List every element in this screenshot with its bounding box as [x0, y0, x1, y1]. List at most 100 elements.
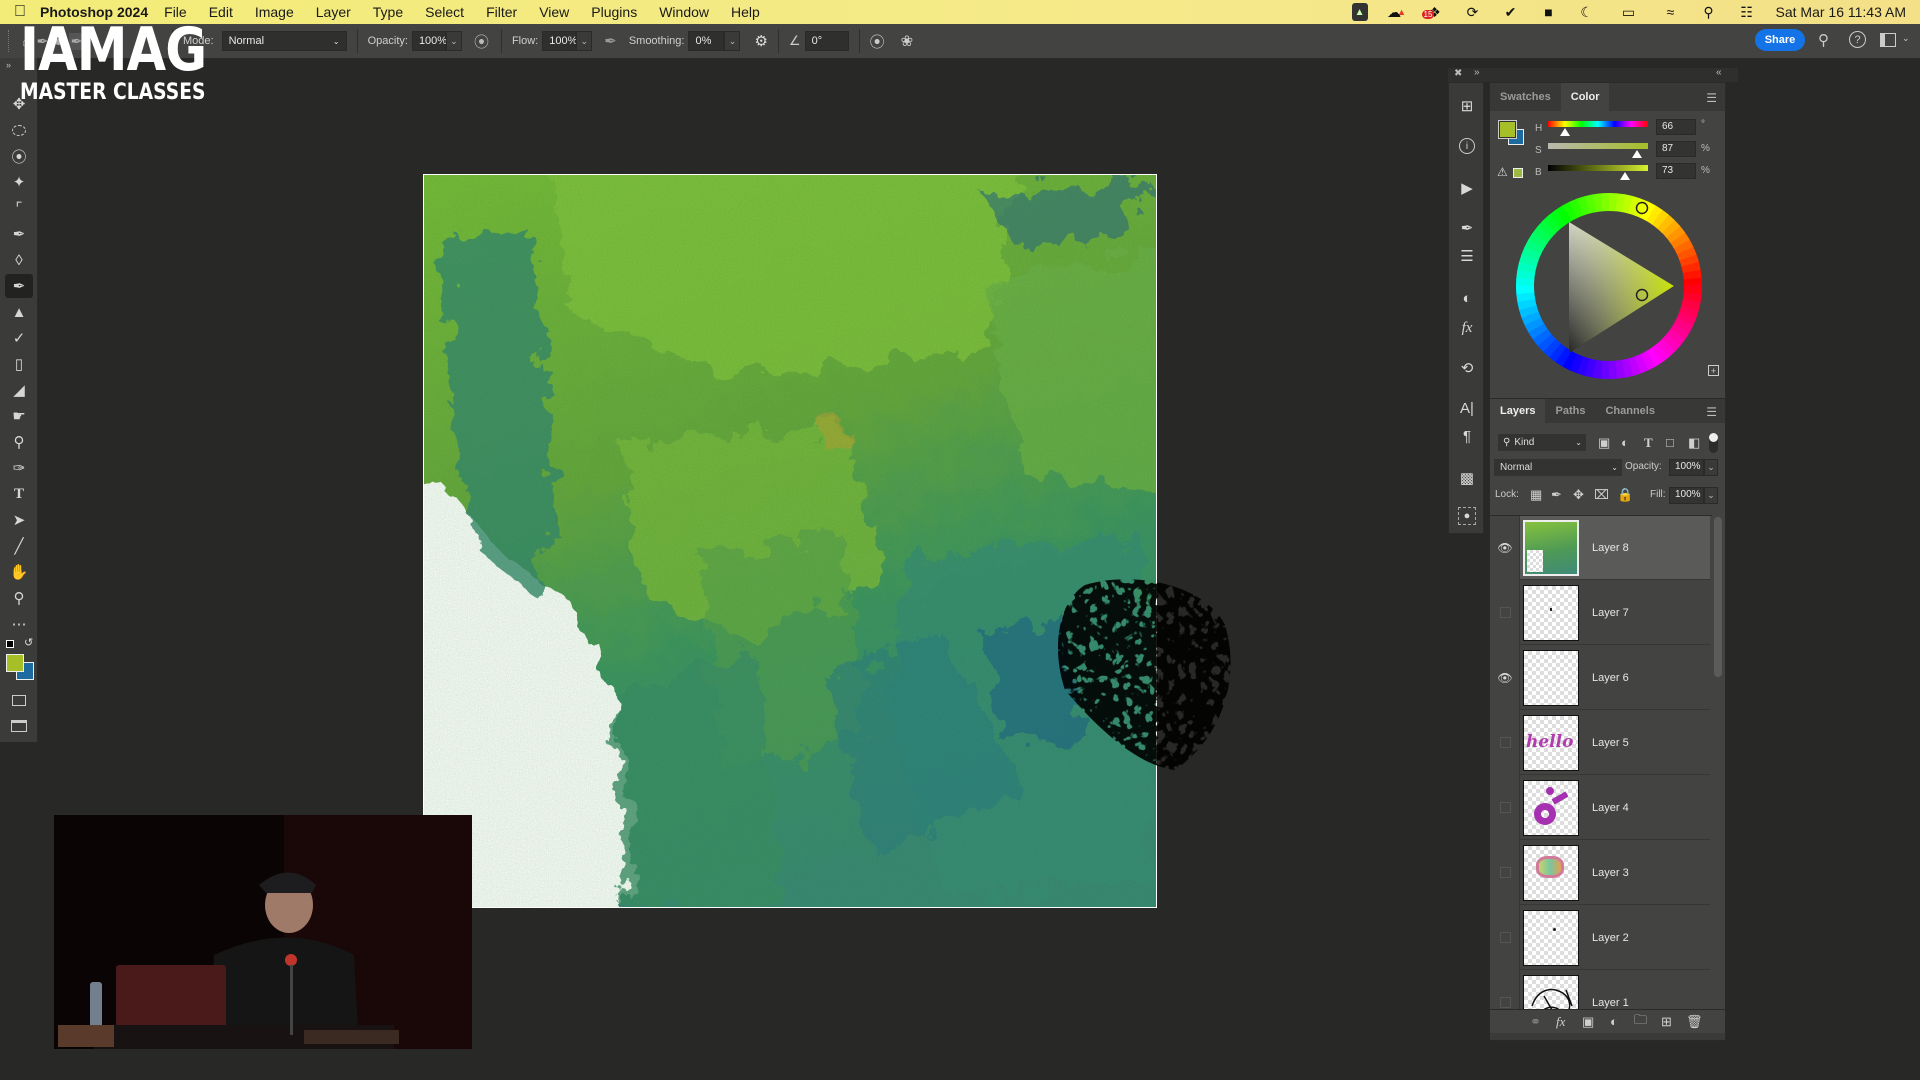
symmetry-butterfly-icon[interactable]: ❀ — [901, 32, 914, 50]
actions-panel-icon[interactable]: ▶ — [1453, 175, 1481, 201]
menu-image[interactable]: Image — [255, 4, 294, 20]
saturation-input[interactable]: 87 — [1656, 141, 1696, 157]
character-panel-icon[interactable]: A| — [1453, 395, 1481, 421]
filter-smart-objects-icon[interactable]: ◧ — [1688, 435, 1700, 451]
spot-healing-tool-icon[interactable]: ◊ — [5, 248, 33, 272]
toolbar-collapse-icon[interactable]: » — [6, 60, 11, 70]
layer-row-5[interactable]: hello Layer 5 — [1500, 711, 1710, 775]
notification-icon[interactable]: ■ — [1540, 4, 1558, 20]
menu-plugins[interactable]: Plugins — [591, 4, 637, 20]
dropbox-icon[interactable]: ❖ 15 — [1421, 4, 1444, 20]
tab-color[interactable]: Color — [1560, 83, 1610, 111]
document-canvas[interactable] — [423, 174, 1157, 908]
mode-select[interactable]: Normal ⌄ — [221, 31, 347, 51]
expand-panels-icon[interactable]: » — [1474, 67, 1480, 78]
spotlight-search-icon[interactable]: ⚲ — [1700, 4, 1718, 20]
history-panel-icon[interactable]: ⊞ — [1453, 93, 1481, 119]
visibility-toggle-empty[interactable] — [1500, 997, 1511, 1008]
lock-transparent-pixels-icon[interactable]: ▦ — [1530, 487, 1542, 503]
share-button[interactable]: Share — [1755, 29, 1805, 51]
control-center-icon[interactable]: ☷ — [1738, 4, 1756, 20]
layer-row-3[interactable]: Layer 3 — [1500, 841, 1710, 905]
checkmark-icon[interactable]: ✔ — [1502, 4, 1520, 20]
collapse-panels-icon[interactable]: « — [1716, 67, 1722, 78]
layer-opacity-input[interactable]: 100% — [1669, 459, 1704, 476]
layer-name[interactable]: Layer 1 — [1592, 997, 1629, 1009]
panel-resize-grip[interactable] — [1490, 1033, 1725, 1040]
wifi-icon[interactable]: ≈ — [1662, 4, 1680, 20]
search-icon[interactable]: ⚲ — [1818, 31, 1829, 49]
smoothing-input[interactable]: 0% — [688, 31, 725, 51]
layer-row-8[interactable]: 👁 Layer 8 — [1497, 516, 1710, 580]
hue-slider-thumb[interactable] — [1560, 128, 1570, 136]
layer-fill-input[interactable]: 100% — [1669, 487, 1704, 504]
layer-row-7[interactable]: Layer 7 — [1500, 581, 1710, 645]
layer-style-fx-icon[interactable]: fx — [1556, 1014, 1565, 1030]
battery-icon[interactable]: ▭ — [1616, 4, 1642, 20]
saturation-slider[interactable] — [1548, 143, 1648, 149]
layer-name[interactable]: Layer 8 — [1592, 542, 1629, 554]
type-tool-icon[interactable]: T — [5, 482, 33, 506]
more-tools-icon[interactable]: ⋯ — [5, 612, 33, 636]
styles-panel-icon[interactable]: fx — [1453, 315, 1481, 341]
zoom-tool-icon[interactable]: ⚲ — [5, 586, 33, 610]
chevron-down-icon[interactable]: ⌄ — [1902, 33, 1910, 44]
layer-name[interactable]: Layer 3 — [1592, 867, 1629, 879]
opacity-input[interactable]: 100% — [411, 31, 447, 51]
clone-stamp-tool-icon[interactable]: ▲ — [5, 300, 33, 324]
layer-row-4[interactable]: Layer 4 — [1500, 776, 1710, 840]
layer-name[interactable]: Layer 5 — [1592, 737, 1629, 749]
eraser-tool-icon[interactable]: ▯ — [5, 352, 33, 376]
screen-mode-icon[interactable] — [5, 714, 33, 738]
gamut-color-chip[interactable] — [1513, 168, 1523, 178]
new-group-folder-icon[interactable]: 🗀 — [1634, 1011, 1647, 1033]
pen-tool-icon[interactable]: ✑ — [5, 456, 33, 480]
foreground-color-swatch[interactable] — [6, 654, 24, 672]
menu-help[interactable]: Help — [731, 4, 760, 20]
pressure-opacity-icon[interactable]: ⦿ — [474, 31, 489, 52]
lock-image-pixels-icon[interactable]: ✒ — [1551, 487, 1562, 503]
filter-toggle-switch[interactable] — [1709, 433, 1718, 453]
menu-edit[interactable]: Edit — [209, 4, 233, 20]
layer-filter-kind-select[interactable]: ⚲ Kind ⌄ — [1498, 434, 1586, 451]
brightness-slider[interactable] — [1548, 165, 1648, 171]
swap-colors-icon[interactable]: ↺ — [24, 636, 33, 649]
add-swatch-icon[interactable]: + — [1708, 365, 1719, 376]
info-panel-icon[interactable]: i — [1453, 133, 1481, 159]
tab-swatches[interactable]: Swatches — [1490, 83, 1561, 111]
grip-handle[interactable] — [8, 30, 12, 52]
brush-settings-panel-icon[interactable]: ☰ — [1453, 243, 1481, 269]
layer-name[interactable]: Layer 4 — [1592, 802, 1629, 814]
brightness-slider-thumb[interactable] — [1620, 172, 1630, 180]
crop-tool-icon[interactable]: ⌜ — [5, 196, 33, 220]
panel-menu-icon[interactable]: ☰ — [1706, 405, 1717, 419]
layer-row-2[interactable]: Layer 2 — [1500, 906, 1710, 970]
plugins-panel-icon[interactable]: ▩ — [1453, 465, 1481, 491]
menu-type[interactable]: Type — [373, 4, 403, 20]
creative-cloud-icon[interactable]: ☁ ▲ — [1387, 4, 1406, 20]
layers-scrollbar[interactable] — [1714, 517, 1722, 677]
panel-menu-icon[interactable]: ☰ — [1706, 91, 1717, 105]
airbrush-icon[interactable]: ✒ — [604, 32, 617, 50]
menu-window[interactable]: Window — [659, 4, 709, 20]
lock-position-icon[interactable]: ✥ — [1573, 487, 1584, 503]
tab-paths[interactable]: Paths — [1545, 399, 1595, 423]
smudge-tool-icon[interactable]: ☛ — [5, 404, 33, 428]
history-states-icon[interactable]: ⟲ — [1453, 355, 1481, 381]
visibility-toggle-empty[interactable] — [1500, 867, 1511, 878]
paint-bucket-tool-icon[interactable]: ◢ — [5, 378, 33, 402]
app-status-icon[interactable]: ▲ — [1351, 3, 1368, 21]
saturation-slider-thumb[interactable] — [1632, 150, 1642, 158]
visibility-toggle-empty[interactable] — [1500, 802, 1511, 813]
layer-row-6[interactable]: 👁 Layer 6 — [1497, 646, 1710, 710]
color-wheel[interactable] — [1514, 191, 1704, 381]
adjustments-panel-icon[interactable]: ◐ — [1453, 285, 1481, 311]
out-of-gamut-warning-icon[interactable]: ⚠ — [1497, 165, 1508, 179]
layer-name[interactable]: Layer 6 — [1592, 672, 1629, 684]
quick-mask-icon[interactable] — [5, 688, 33, 712]
do-not-disturb-icon[interactable]: ☾ — [1578, 4, 1596, 20]
foreground-color-chip[interactable] — [1498, 120, 1517, 139]
close-panel-icon[interactable]: ✖ — [1454, 68, 1462, 79]
new-adjustment-layer-icon[interactable]: ◐ — [1610, 1014, 1618, 1029]
tab-layers[interactable]: Layers — [1490, 399, 1546, 423]
